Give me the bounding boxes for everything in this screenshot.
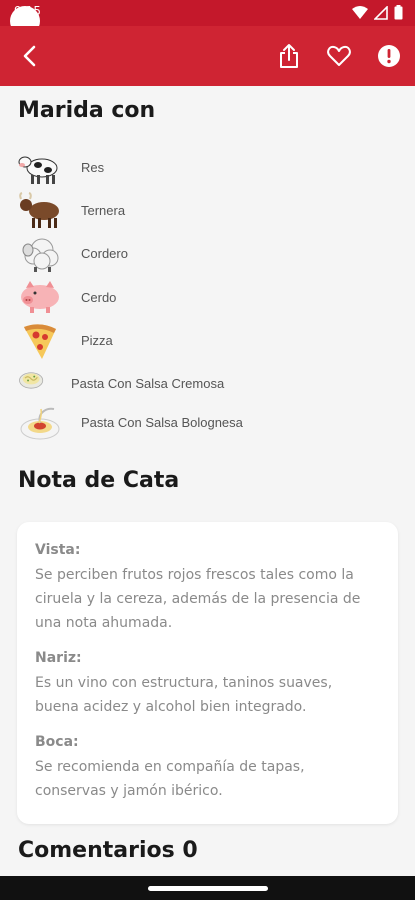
pairing-item-pasta-cremosa: Pasta Con Salsa Cremosa: [18, 364, 398, 404]
status-bar: 9:15: [0, 0, 415, 36]
note-line: ciruela y la cereza, además de la presen…: [35, 591, 361, 607]
pasta-cream-icon: [19, 372, 44, 389]
cow-icon: [18, 156, 58, 184]
pairing-item-label: Cordero: [81, 246, 128, 261]
pairing-item-cordero: Cordero: [18, 234, 398, 274]
wifi-icon: [352, 5, 368, 19]
pairing-item-label: Pasta Con Salsa Bolognesa: [81, 415, 243, 430]
pairing-item-cerdo: Cerdo: [18, 278, 398, 318]
comments-title: Comentarios 0: [18, 838, 198, 863]
report-button[interactable]: [373, 40, 405, 72]
note-line: buena acidez y alcohol bien integrado.: [35, 699, 307, 715]
note-line: Se perciben frutos rojos frescos tales c…: [35, 567, 354, 583]
note-text-vista: Se perciben frutos rojos frescos tales c…: [35, 563, 387, 635]
pasta-bolognese-icon: [20, 407, 60, 440]
pairing-item-ternera: Ternera: [18, 191, 398, 231]
pairing-item-label: Ternera: [81, 203, 126, 218]
pairing-item-pizza: Pizza: [18, 321, 398, 361]
battery-icon: [394, 5, 403, 20]
ox-icon: [19, 192, 59, 228]
share-button[interactable]: [273, 40, 305, 72]
sheep-icon: [22, 238, 59, 272]
note-line: Se recomienda en compañía de tapas,: [35, 759, 305, 775]
alert-icon: [378, 45, 400, 67]
pig-icon: [21, 281, 59, 313]
note-head-vista: Vista:: [35, 542, 81, 558]
pairing-item-res: Res: [18, 148, 398, 188]
pairing-item-label: Cerdo: [81, 290, 117, 305]
note-text-boca: Se recomienda en compañía de tapas, cons…: [35, 755, 387, 803]
share-icon: [280, 44, 298, 68]
pizza-icon: [24, 324, 56, 359]
note-line: conservas y jamón ibérico.: [35, 783, 223, 799]
note-line: una nota ahumada.: [35, 615, 173, 631]
pairing-item-label: Pizza: [81, 333, 113, 348]
app-bar: [0, 26, 415, 86]
back-button[interactable]: [14, 40, 46, 72]
tasting-note-card: Vista: Se perciben frutos rojos frescos …: [17, 522, 398, 824]
signal-icon: [374, 5, 388, 20]
note-head-boca: Boca:: [35, 734, 79, 750]
status-icons: [352, 5, 403, 20]
pairing-title: Marida con: [18, 98, 156, 123]
heart-icon: [327, 45, 351, 66]
pairing-item-pasta-bolognesa: Pasta Con Salsa Bolognesa: [18, 403, 398, 443]
wine-detail-content: Marida con Res Ternera Cordero Cerdo Piz…: [0, 86, 415, 876]
gesture-handle[interactable]: [148, 886, 268, 891]
tasting-title: Nota de Cata: [18, 468, 180, 493]
note-head-nariz: Nariz:: [35, 650, 82, 666]
favorite-button[interactable]: [323, 40, 355, 72]
note-text-nariz: Es un vino con estructura, taninos suave…: [35, 671, 387, 719]
chevron-left-icon: [23, 45, 36, 67]
pairing-item-label: Pasta Con Salsa Cremosa: [71, 376, 225, 391]
note-line: Es un vino con estructura, taninos suave…: [35, 675, 333, 691]
pairing-item-label: Res: [81, 160, 105, 175]
